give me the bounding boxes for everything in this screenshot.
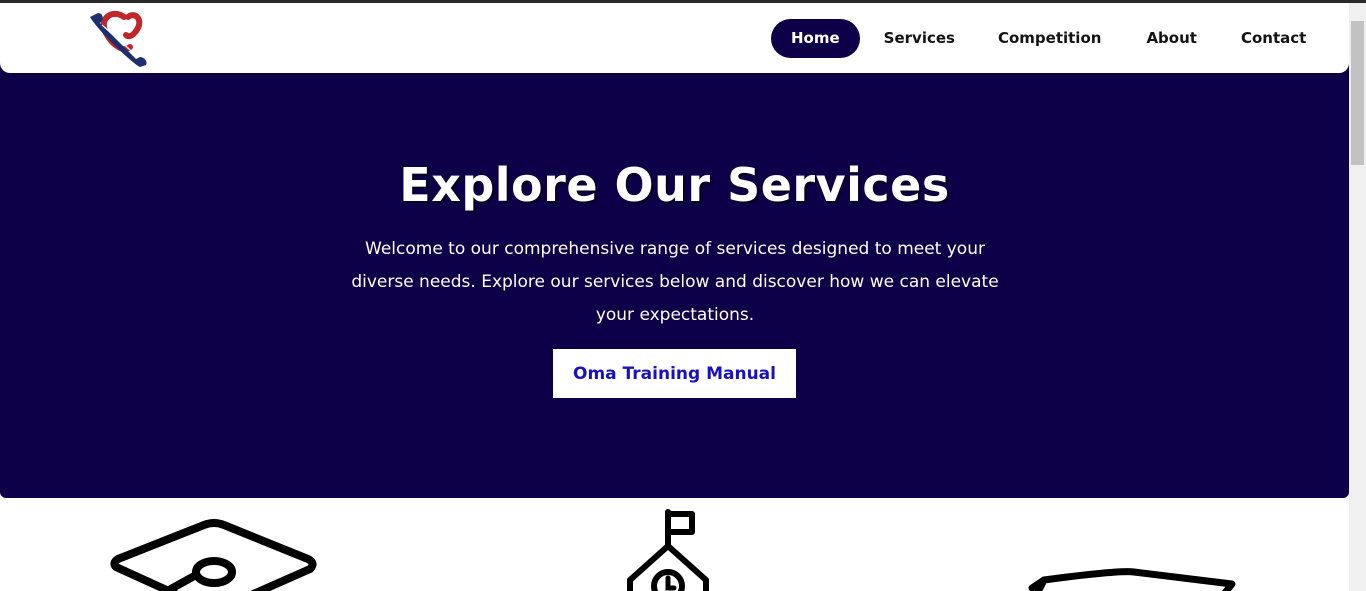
graduation-cap-icon [108, 517, 320, 591]
main-navigation: Home Services Competition About Contact [771, 19, 1325, 58]
mortarboard-icon [1024, 568, 1238, 591]
hero-description: Welcome to our comprehensive range of se… [351, 239, 999, 325]
nav-about[interactable]: About [1127, 19, 1216, 58]
phone-handset-logo-icon [90, 10, 147, 67]
vertical-scrollbar[interactable] [1349, 3, 1366, 591]
site-header: Home Services Competition About Contact [0, 3, 1349, 73]
scrollbar-thumb[interactable] [1351, 21, 1364, 165]
hero-title: Explore Our Services [399, 158, 950, 212]
nav-home[interactable]: Home [771, 19, 860, 58]
school-building-clock-icon [622, 508, 714, 591]
hero-section: Explore Our Services Welcome to our comp… [0, 60, 1349, 498]
site-logo[interactable] [84, 9, 154, 67]
nav-competition[interactable]: Competition [979, 19, 1120, 58]
nav-services[interactable]: Services [865, 19, 974, 58]
training-manual-button[interactable]: Oma Training Manual [553, 349, 796, 398]
nav-contact[interactable]: Contact [1222, 19, 1325, 58]
